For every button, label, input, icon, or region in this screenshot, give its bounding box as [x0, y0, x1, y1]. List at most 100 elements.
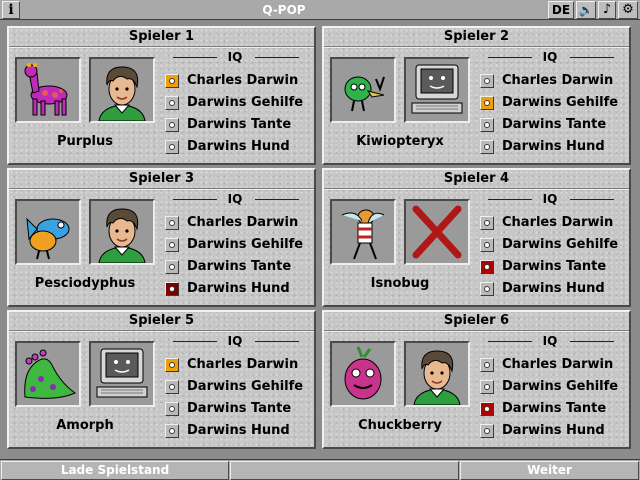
radio-selected-icon[interactable] [165, 358, 179, 372]
radio-selected-icon[interactable] [480, 260, 494, 274]
iq-option[interactable]: Darwins Gehilfe [480, 94, 626, 112]
iq-option-label: Darwins Hund [187, 423, 290, 438]
radio-selected-icon[interactable] [165, 282, 179, 296]
creature-name: Isnobug [370, 276, 430, 291]
iq-option-label: Darwins Tante [502, 117, 607, 132]
creature-avatar[interactable] [330, 57, 396, 123]
iq-option-label: Darwins Tante [502, 401, 607, 416]
controller-portrait[interactable] [89, 199, 155, 265]
player-panel-1: Spieler 1 Purplus IQ Charles Darwin Darwi… [7, 26, 316, 165]
controller-portrait[interactable] [404, 57, 470, 123]
controller-portrait[interactable] [89, 57, 155, 123]
iq-option-label: Darwins Hund [502, 139, 605, 154]
iq-option-label: Darwins Hund [502, 423, 605, 438]
controller-portrait[interactable] [89, 341, 155, 407]
iq-option[interactable]: Charles Darwin [480, 214, 626, 232]
iq-option[interactable]: Darwins Hund [480, 138, 626, 156]
player-title: Spieler 4 [324, 170, 629, 190]
radio-icon[interactable] [165, 140, 179, 154]
player-panel-6: Spieler 6 Chuckberry IQ Charles Darwin Da… [322, 310, 631, 449]
creature-name: Amorph [56, 418, 114, 433]
iq-option[interactable]: Darwins Hund [165, 280, 311, 298]
radio-icon[interactable] [165, 402, 179, 416]
speaker-icon[interactable]: 🔈 [576, 1, 596, 19]
player-panel-4: Spieler 4 Isnobug IQ Charles Darwin Darwi… [322, 168, 631, 307]
next-button[interactable]: Weiter [460, 461, 639, 480]
radio-icon[interactable] [480, 282, 494, 296]
radio-icon[interactable] [480, 118, 494, 132]
iq-option[interactable]: Darwins Gehilfe [480, 378, 626, 396]
load-game-button[interactable]: Lade Spielstand [1, 461, 229, 480]
iq-option[interactable]: Darwins Gehilfe [480, 236, 626, 254]
player-title: Spieler 5 [9, 312, 314, 332]
iq-option[interactable]: Darwins Gehilfe [165, 94, 311, 112]
player-title: Spieler 3 [9, 170, 314, 190]
creature-name: Kiwiopteryx [356, 134, 444, 149]
music-note-icon[interactable]: ♪ [598, 1, 616, 19]
iq-option[interactable]: Charles Darwin [165, 72, 311, 90]
iq-option[interactable]: Darwins Gehilfe [165, 236, 311, 254]
radio-icon[interactable] [480, 140, 494, 154]
creature-avatar[interactable] [15, 57, 81, 123]
controller-portrait[interactable] [404, 341, 470, 407]
creature-avatar[interactable] [330, 341, 396, 407]
player-panel-2: Spieler 2 Kiwiopteryx IQ Charles Darwin D… [322, 26, 631, 165]
radio-icon[interactable] [165, 96, 179, 110]
title-bar: i Q-POP DE 🔈 ♪ ⚙ [0, 0, 640, 20]
iq-option[interactable]: Darwins Tante [165, 400, 311, 418]
radio-icon[interactable] [480, 380, 494, 394]
radio-selected-icon[interactable] [480, 402, 494, 416]
footer-bar: Lade Spielstand Weiter [0, 459, 640, 480]
language-button[interactable]: DE [548, 1, 574, 19]
iq-option[interactable]: Darwins Hund [165, 138, 311, 156]
iq-option-label: Darwins Hund [187, 139, 290, 154]
radio-icon[interactable] [480, 358, 494, 372]
radio-icon[interactable] [480, 238, 494, 252]
creature-avatar[interactable] [15, 199, 81, 265]
iq-option[interactable]: Darwins Tante [480, 400, 626, 418]
radio-icon[interactable] [165, 118, 179, 132]
creature-avatar[interactable] [330, 199, 396, 265]
iq-option[interactable]: Darwins Hund [165, 422, 311, 440]
radio-icon[interactable] [165, 260, 179, 274]
radio-selected-icon[interactable] [165, 74, 179, 88]
iq-option[interactable]: Charles Darwin [480, 72, 626, 90]
iq-option[interactable]: Darwins Gehilfe [165, 378, 311, 396]
radio-icon[interactable] [165, 216, 179, 230]
radio-icon[interactable] [480, 424, 494, 438]
iq-label: IQ [480, 192, 620, 206]
player-title: Spieler 6 [324, 312, 629, 332]
player-title: Spieler 1 [9, 28, 314, 48]
iq-option[interactable]: Darwins Tante [480, 258, 626, 276]
iq-option[interactable]: Darwins Hund [480, 280, 626, 298]
iq-option-label: Darwins Gehilfe [187, 379, 304, 394]
iq-option[interactable]: Charles Darwin [480, 356, 626, 374]
creature-name: Chuckberry [358, 418, 442, 433]
iq-option[interactable]: Darwins Tante [165, 116, 311, 134]
iq-option[interactable]: Darwins Tante [165, 258, 311, 276]
creature-avatar[interactable] [15, 341, 81, 407]
radio-selected-icon[interactable] [480, 96, 494, 110]
radio-icon[interactable] [165, 424, 179, 438]
iq-option[interactable]: Darwins Tante [480, 116, 626, 134]
iq-label: IQ [165, 192, 305, 206]
radio-icon[interactable] [480, 74, 494, 88]
controller-portrait[interactable] [404, 199, 470, 265]
info-button[interactable]: i [2, 1, 20, 19]
iq-option-label: Charles Darwin [502, 215, 614, 230]
iq-option[interactable]: Darwins Hund [480, 422, 626, 440]
radio-icon[interactable] [165, 380, 179, 394]
footer-empty-slot [230, 461, 459, 480]
radio-icon[interactable] [480, 216, 494, 230]
iq-option-label: Darwins Hund [502, 281, 605, 296]
gear-icon[interactable]: ⚙ [618, 1, 638, 19]
iq-option-label: Darwins Hund [187, 281, 290, 296]
iq-option-label: Darwins Tante [502, 259, 607, 274]
iq-option[interactable]: Charles Darwin [165, 214, 311, 232]
radio-icon[interactable] [165, 238, 179, 252]
iq-option-label: Darwins Tante [187, 117, 292, 132]
iq-option-label: Charles Darwin [502, 357, 614, 372]
iq-option-label: Darwins Gehilfe [502, 379, 619, 394]
iq-option[interactable]: Charles Darwin [165, 356, 311, 374]
player-title: Spieler 2 [324, 28, 629, 48]
